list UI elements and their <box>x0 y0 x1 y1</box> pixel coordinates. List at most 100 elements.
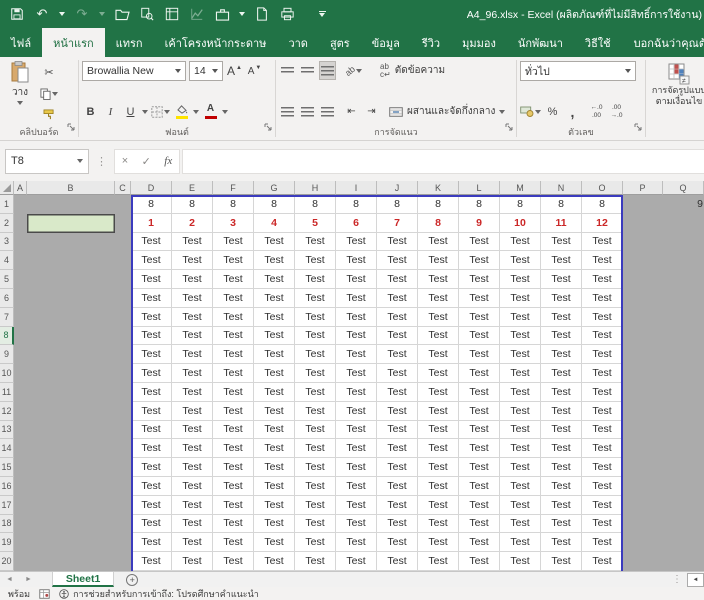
bold-icon[interactable]: B <box>82 102 99 121</box>
cell-L12[interactable]: Test <box>459 402 500 421</box>
cell-G5[interactable]: Test <box>254 270 295 289</box>
col-header-D[interactable]: D <box>131 181 172 195</box>
cell-J12[interactable]: Test <box>377 402 418 421</box>
cell-A16[interactable] <box>14 477 27 496</box>
save-icon[interactable] <box>9 6 25 22</box>
cell-A14[interactable] <box>14 439 27 458</box>
col-header-E[interactable]: E <box>172 181 213 195</box>
cell-G19[interactable]: Test <box>254 533 295 552</box>
briefcase-icon[interactable] <box>214 6 230 22</box>
cell-A17[interactable] <box>14 496 27 515</box>
cell-K16[interactable]: Test <box>418 477 459 496</box>
cell-D3[interactable]: Test <box>131 233 172 252</box>
cell-Q3[interactable] <box>663 233 704 252</box>
row-header-1[interactable]: 1 <box>0 195 14 214</box>
cell-O9[interactable]: Test <box>582 345 623 364</box>
cell-B1[interactable] <box>27 195 115 214</box>
cell-D10[interactable]: Test <box>131 364 172 383</box>
cell-I1[interactable]: 8 <box>336 195 377 214</box>
cell-E18[interactable]: Test <box>172 515 213 534</box>
cell-M19[interactable]: Test <box>500 533 541 552</box>
cell-P13[interactable] <box>623 421 663 440</box>
cell-C6[interactable] <box>115 289 131 308</box>
cell-M7[interactable]: Test <box>500 308 541 327</box>
cell-H5[interactable]: Test <box>295 270 336 289</box>
cell-N11[interactable]: Test <box>541 383 582 402</box>
cut-icon[interactable]: ✂ <box>40 63 58 82</box>
cell-I17[interactable]: Test <box>336 496 377 515</box>
cell-G3[interactable]: Test <box>254 233 295 252</box>
cell-K18[interactable]: Test <box>418 515 459 534</box>
cell-P3[interactable] <box>623 233 663 252</box>
cell-K9[interactable]: Test <box>418 345 459 364</box>
cell-P10[interactable] <box>623 364 663 383</box>
cell-E14[interactable]: Test <box>172 439 213 458</box>
cell-A3[interactable] <box>14 233 27 252</box>
cell-F17[interactable]: Test <box>213 496 254 515</box>
cell-J7[interactable]: Test <box>377 308 418 327</box>
cell-O20[interactable]: Test <box>582 552 623 571</box>
cell-N9[interactable]: Test <box>541 345 582 364</box>
cell-D7[interactable]: Test <box>131 308 172 327</box>
cell-K13[interactable]: Test <box>418 421 459 440</box>
cell-A6[interactable] <box>14 289 27 308</box>
cell-I2[interactable]: 6 <box>336 214 377 233</box>
cell-O4[interactable]: Test <box>582 251 623 270</box>
cell-L10[interactable]: Test <box>459 364 500 383</box>
cell-A19[interactable] <box>14 533 27 552</box>
ribbon-tab-page-layout[interactable]: เค้าโครงหน้ากระดาษ <box>154 28 278 57</box>
align-right-icon[interactable] <box>319 102 336 121</box>
cell-J4[interactable]: Test <box>377 251 418 270</box>
cell-E10[interactable]: Test <box>172 364 213 383</box>
col-header-Q[interactable]: Q <box>663 181 704 195</box>
cell-E7[interactable]: Test <box>172 308 213 327</box>
cell-O8[interactable]: Test <box>582 327 623 346</box>
clipboard-dialog-launcher-icon[interactable] <box>67 118 75 136</box>
middle-align-icon[interactable] <box>299 61 316 80</box>
cell-I12[interactable]: Test <box>336 402 377 421</box>
cell-I7[interactable]: Test <box>336 308 377 327</box>
cell-N5[interactable]: Test <box>541 270 582 289</box>
row-header-6[interactable]: 6 <box>0 289 14 308</box>
bottom-align-icon[interactable] <box>319 61 336 80</box>
cell-P5[interactable] <box>623 270 663 289</box>
cell-M4[interactable]: Test <box>500 251 541 270</box>
ribbon-tab-view[interactable]: มุมมอง <box>451 28 507 57</box>
cell-D4[interactable]: Test <box>131 251 172 270</box>
cell-N12[interactable]: Test <box>541 402 582 421</box>
cell-A13[interactable] <box>14 421 27 440</box>
cell-N4[interactable]: Test <box>541 251 582 270</box>
paste-dropdown-icon[interactable] <box>17 101 23 105</box>
cell-F19[interactable]: Test <box>213 533 254 552</box>
ribbon-tab-file[interactable]: ไฟล์ <box>0 28 42 57</box>
cell-B12[interactable] <box>27 402 115 421</box>
paste-button[interactable]: วาง <box>3 61 37 105</box>
cell-A7[interactable] <box>14 308 27 327</box>
cell-G4[interactable]: Test <box>254 251 295 270</box>
tell-me-box[interactable]: บอกฉันว่าคุณต้องการท <box>622 28 704 57</box>
decrease-indent-icon[interactable]: ⇤ <box>343 102 360 121</box>
cell-L15[interactable]: Test <box>459 458 500 477</box>
number-dialog-launcher-icon[interactable] <box>634 118 642 136</box>
cell-L3[interactable]: Test <box>459 233 500 252</box>
cell-M12[interactable]: Test <box>500 402 541 421</box>
cell-O5[interactable]: Test <box>582 270 623 289</box>
cell-J16[interactable]: Test <box>377 477 418 496</box>
col-header-J[interactable]: J <box>377 181 418 195</box>
cell-Q16[interactable] <box>663 477 704 496</box>
cell-F4[interactable]: Test <box>213 251 254 270</box>
cell-Q10[interactable] <box>663 364 704 383</box>
cell-I16[interactable]: Test <box>336 477 377 496</box>
cell-H10[interactable]: Test <box>295 364 336 383</box>
cell-D5[interactable]: Test <box>131 270 172 289</box>
cell-G2[interactable]: 4 <box>254 214 295 233</box>
cell-K15[interactable]: Test <box>418 458 459 477</box>
cell-I20[interactable]: Test <box>336 552 377 571</box>
cell-J19[interactable]: Test <box>377 533 418 552</box>
cell-H13[interactable]: Test <box>295 421 336 440</box>
font-color-icon[interactable]: A <box>202 102 219 121</box>
cell-K6[interactable]: Test <box>418 289 459 308</box>
cell-L7[interactable]: Test <box>459 308 500 327</box>
cell-C5[interactable] <box>115 270 131 289</box>
cell-D20[interactable]: Test <box>131 552 172 571</box>
